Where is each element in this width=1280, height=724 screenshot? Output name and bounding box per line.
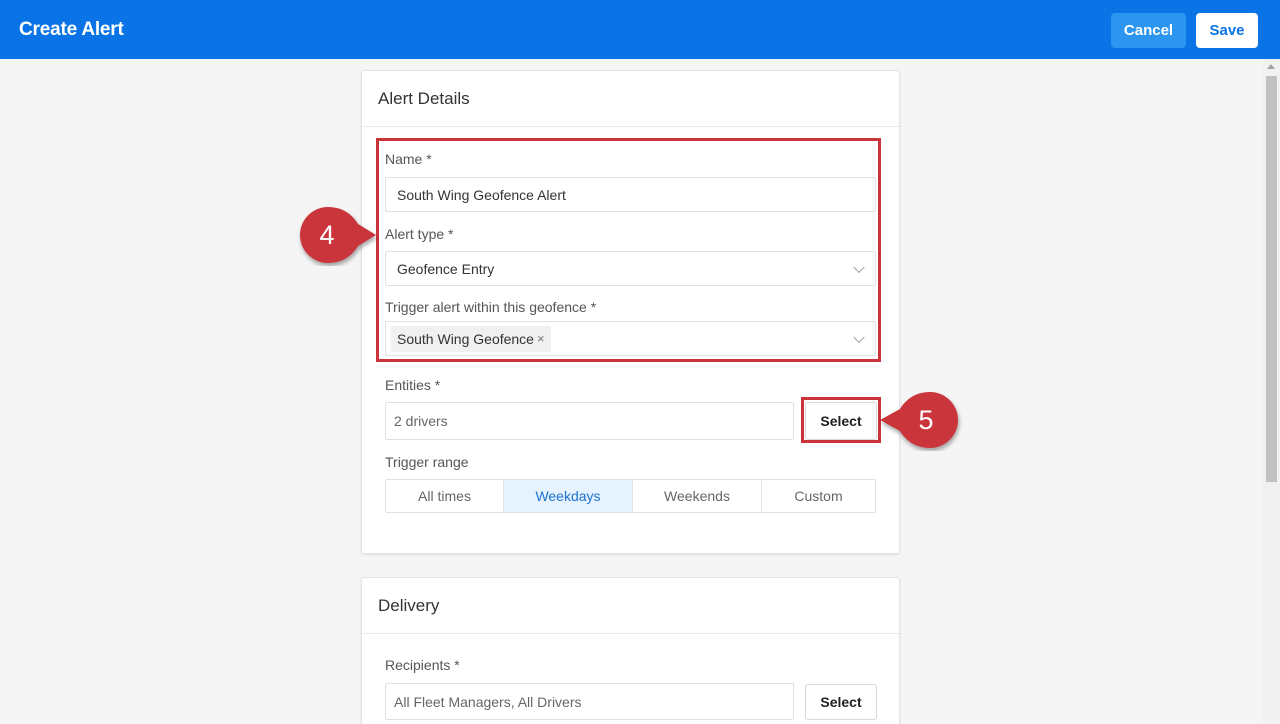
highlight-box-fields <box>376 138 881 362</box>
entities-value: 2 drivers <box>394 413 448 429</box>
trigger-range-segmented-control: All times Weekdays Weekends Custom <box>385 479 876 513</box>
save-button[interactable]: Save <box>1196 13 1258 48</box>
delivery-heading: Delivery <box>378 595 440 615</box>
alert-details-heading: Alert Details <box>378 88 470 108</box>
scrollbar-thumb[interactable] <box>1266 76 1277 482</box>
callout-4-marker: 4 <box>300 207 376 263</box>
page-scrollbar[interactable] <box>1263 59 1280 724</box>
cancel-button[interactable]: Cancel <box>1111 13 1186 48</box>
trigger-range-option-weekends[interactable]: Weekends <box>633 480 762 512</box>
trigger-range-label: Trigger range <box>385 454 469 470</box>
entities-label: Entities * <box>385 377 441 393</box>
entities-input[interactable]: 2 drivers <box>385 402 794 440</box>
delivery-header: Delivery <box>362 578 899 634</box>
scroll-up-arrow-icon[interactable] <box>1267 64 1275 69</box>
recipients-input[interactable]: All Fleet Managers, All Drivers <box>385 683 794 720</box>
trigger-range-option-weekdays[interactable]: Weekdays <box>504 480 633 512</box>
alert-details-header: Alert Details <box>362 71 899 127</box>
page-title: Create Alert <box>19 19 124 40</box>
trigger-range-option-all-times[interactable]: All times <box>386 480 504 512</box>
recipients-label: Recipients * <box>385 657 460 673</box>
callout-5-text: 5 <box>918 405 933 435</box>
recipients-value: All Fleet Managers, All Drivers <box>394 693 582 710</box>
top-bar: Create Alert Cancel Save <box>0 0 1280 59</box>
trigger-range-option-custom[interactable]: Custom <box>762 480 875 512</box>
highlight-box-select <box>801 397 881 443</box>
callout-5-marker: 5 <box>880 392 958 448</box>
callout-4-text: 4 <box>319 220 334 250</box>
delivery-card: Delivery Recipients * All Fleet Managers… <box>361 577 900 724</box>
recipients-select-button[interactable]: Select <box>805 684 877 720</box>
